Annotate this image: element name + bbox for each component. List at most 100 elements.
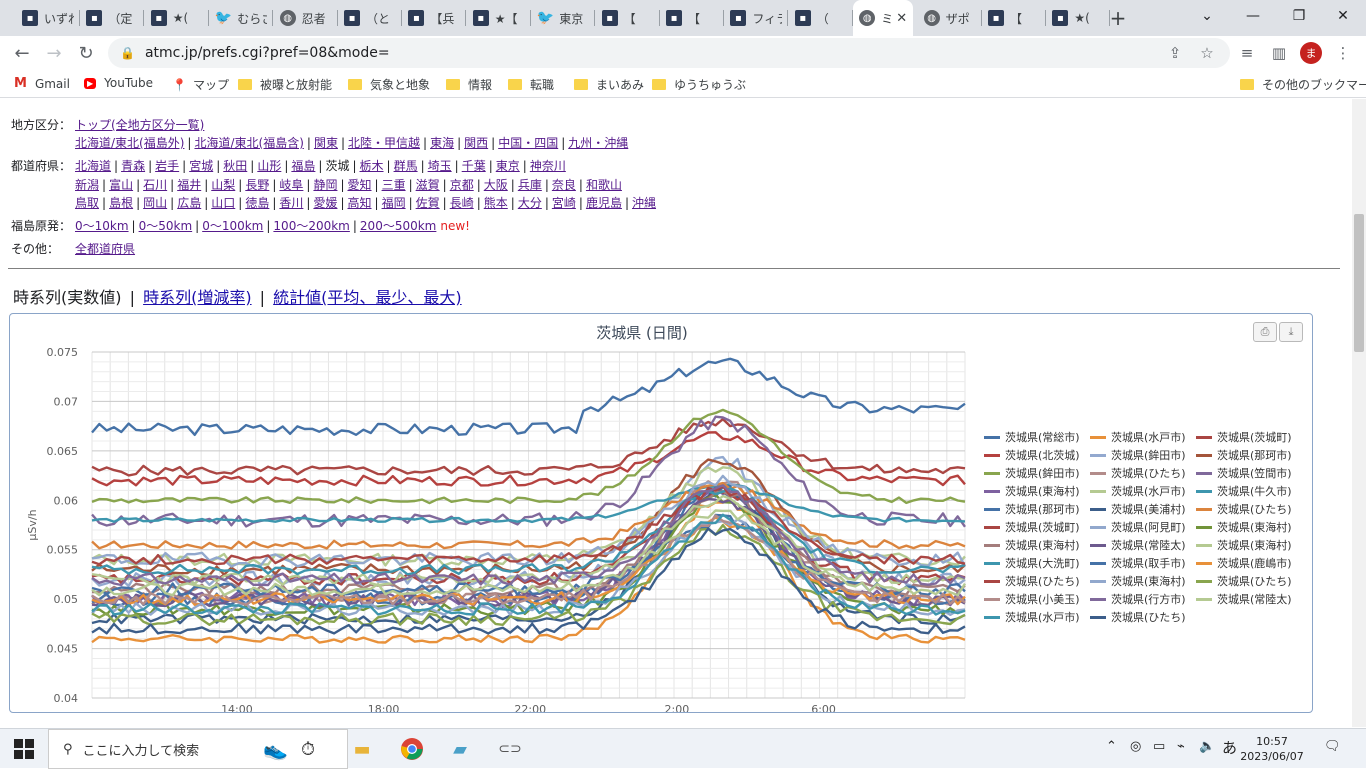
bookmark-item[interactable]: ゆうちゅうぶ — [652, 76, 746, 93]
nav-link[interactable]: 岩手 — [155, 159, 179, 173]
legend-item[interactable]: 茨城県(ひたち) — [984, 573, 1080, 589]
legend-item[interactable]: 茨城県(鉾田市) — [984, 465, 1080, 481]
nav-link[interactable]: 北海道/東北(福島外) — [75, 136, 184, 150]
nav-link[interactable]: 埼玉 — [428, 159, 452, 173]
bookmark-other[interactable]: その他のブックマーク — [1240, 76, 1366, 93]
file-explorer-icon[interactable]: ▬ — [348, 735, 376, 763]
forward-button[interactable]: → — [38, 37, 70, 69]
browser-tab[interactable]: ▪ （定 — [80, 0, 145, 36]
new-tab-button[interactable]: + — [1100, 6, 1136, 30]
nav-link[interactable]: 愛知 — [348, 178, 372, 192]
nav-link[interactable]: 宮城 — [189, 159, 213, 173]
nav-link[interactable]: 京都 — [450, 178, 474, 192]
legend-item[interactable]: 茨城県(常陸太) — [1196, 591, 1292, 607]
menu-icon[interactable]: ⋮ — [1332, 42, 1354, 64]
bookmark-item[interactable]: 気象と地象 — [348, 76, 430, 93]
taskbar-search[interactable]: ⚲ ここに入力して検索 👟 ⏱ — [48, 729, 348, 769]
nav-link[interactable]: 関東 — [314, 136, 338, 150]
bookmark-item[interactable]: 被曝と放射能 — [238, 76, 332, 93]
nav-link[interactable]: 沖縄 — [632, 196, 656, 210]
chrome-icon[interactable] — [398, 735, 426, 763]
nav-link[interactable]: 和歌山 — [586, 178, 622, 192]
legend-item[interactable]: 茨城県(ひたち) — [1196, 573, 1292, 589]
legend-item[interactable]: 茨城県(茨城町) — [984, 519, 1080, 535]
nav-link[interactable]: 東海 — [430, 136, 454, 150]
bookmark-item[interactable]: 📍 マップ — [172, 76, 229, 93]
nav-link[interactable]: 福岡 — [382, 196, 406, 210]
reload-button[interactable]: ↻ — [70, 37, 102, 69]
download-icon[interactable]: ⤓ — [1279, 322, 1303, 342]
legend-item[interactable]: 茨城県(鹿嶋市) — [1196, 555, 1292, 571]
legend-item[interactable]: 茨城県(取手市) — [1090, 555, 1186, 571]
nav-link[interactable]: 徳島 — [245, 196, 269, 210]
legend-item[interactable]: 茨城県(大洗町) — [984, 555, 1080, 571]
tray-chevron-icon[interactable]: ⌃ — [1106, 739, 1117, 754]
nav-link[interactable]: 長野 — [245, 178, 269, 192]
bookmark-item[interactable]: ▶ YouTube — [84, 76, 153, 90]
nav-link[interactable]: 鳥取 — [75, 196, 99, 210]
ime-indicator[interactable]: あ — [1222, 737, 1237, 758]
windows-start-icon[interactable] — [14, 739, 34, 759]
nav-link[interactable]: 山口 — [211, 196, 235, 210]
nav-link[interactable]: 100～200km — [273, 219, 349, 233]
nav-link[interactable]: 栃木 — [360, 159, 384, 173]
nav-link[interactable]: 大分 — [518, 196, 542, 210]
nav-link[interactable]: 熊本 — [484, 196, 508, 210]
meet-icon[interactable]: ◎ — [1130, 739, 1141, 754]
nav-link[interactable]: 静岡 — [313, 178, 337, 192]
browser-tab[interactable]: ▪ （と — [338, 0, 402, 36]
network-icon[interactable]: ⌁ — [1177, 739, 1185, 754]
nav-link[interactable]: 0～100km — [202, 219, 263, 233]
nav-link[interactable]: 大阪 — [484, 178, 508, 192]
legend-item[interactable]: 茨城県(行方市) — [1090, 591, 1186, 607]
browser-tab[interactable]: ◍ 忍者 — [274, 0, 338, 36]
browser-tab[interactable]: ▪ いずれ — [16, 0, 80, 36]
legend-item[interactable]: 茨城県(美浦村) — [1090, 501, 1186, 517]
mode-stats-link[interactable]: 統計値(平均、最少、最大) — [273, 288, 462, 307]
share-icon[interactable]: ⇪ — [1164, 42, 1186, 64]
legend-item[interactable]: 茨城県(東海村) — [1196, 537, 1292, 553]
nav-link[interactable]: 岡山 — [143, 196, 167, 210]
nav-link[interactable]: 北陸・甲信越 — [348, 136, 420, 150]
nav-link[interactable]: 三重 — [382, 178, 406, 192]
nav-link[interactable]: 愛媛 — [313, 196, 337, 210]
back-button[interactable]: ← — [6, 37, 38, 69]
nav-link[interactable]: 滋賀 — [416, 178, 440, 192]
nav-link[interactable]: 長崎 — [450, 196, 474, 210]
nav-link[interactable]: 九州・沖縄 — [568, 136, 628, 150]
legend-item[interactable]: 茨城県(東海村) — [1196, 519, 1292, 535]
app-icon[interactable]: ⊂⊃ — [496, 735, 524, 763]
browser-tab[interactable]: ▪ （ — [789, 0, 853, 36]
legend-item[interactable]: 茨城県(東海村) — [1090, 573, 1186, 589]
battery-icon[interactable]: ▭ — [1153, 739, 1165, 754]
browser-tab[interactable]: ▪ 【 — [660, 0, 724, 36]
scrollbar-thumb[interactable] — [1354, 214, 1364, 352]
bookmark-item[interactable]: 転職 — [508, 76, 554, 93]
volume-icon[interactable]: 🔈 — [1199, 739, 1215, 754]
browser-tab[interactable]: ▪ 【 — [982, 0, 1046, 36]
nav-link[interactable]: 神奈川 — [530, 159, 566, 173]
nav-link[interactable]: 北海道/東北(福島含) — [194, 136, 303, 150]
browser-tab[interactable]: ▪ 【兵 — [402, 0, 467, 36]
nav-link[interactable]: 山梨 — [211, 178, 235, 192]
legend-item[interactable]: 茨城県(常陸太) — [1090, 537, 1186, 553]
nav-link[interactable]: 0～10km — [75, 219, 129, 233]
nav-link[interactable]: 新潟 — [75, 178, 99, 192]
legend-item[interactable]: 茨城県(水戸市) — [984, 609, 1080, 625]
notepad-icon[interactable]: ▰ — [446, 735, 474, 763]
legend-item[interactable]: 茨城県(那珂市) — [1196, 447, 1292, 463]
nav-link[interactable]: 富山 — [109, 178, 133, 192]
browser-tab[interactable]: ▪ ★【 — [467, 0, 531, 36]
avatar[interactable]: ま — [1300, 42, 1322, 64]
legend-item[interactable]: 茨城県(鉾田市) — [1090, 447, 1186, 463]
legend-item[interactable]: 茨城県(水戸市) — [1090, 429, 1186, 445]
nav-link[interactable]: 関西 — [464, 136, 488, 150]
side-panel-icon[interactable]: ▥ — [1268, 42, 1290, 64]
nav-link[interactable]: 北海道 — [75, 159, 111, 173]
browser-tab[interactable]: ▪ 【 — [596, 0, 660, 36]
legend-item[interactable]: 茨城県(小美玉) — [984, 591, 1080, 607]
legend-item[interactable]: 茨城県(東海村) — [984, 537, 1080, 553]
nav-link[interactable]: 岐阜 — [279, 178, 303, 192]
nav-link[interactable]: 香川 — [279, 196, 303, 210]
nav-link[interactable]: 東京 — [496, 159, 520, 173]
